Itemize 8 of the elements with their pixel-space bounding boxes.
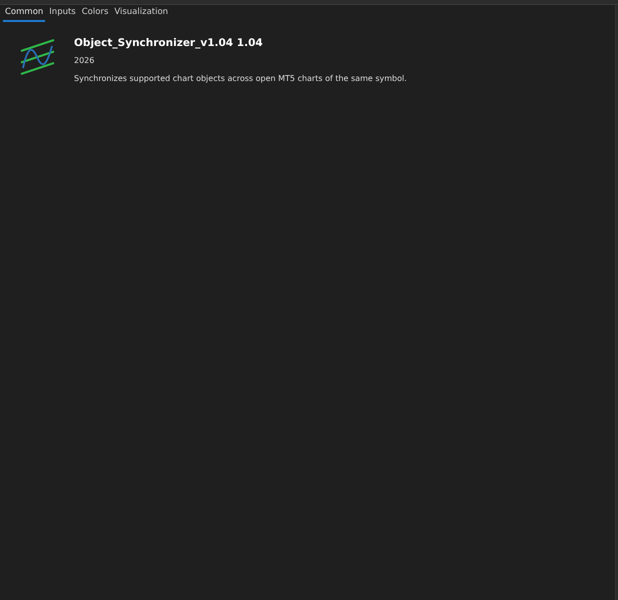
tab[interactable]: Colors	[80, 7, 110, 22]
program-description: Synchronizes supported chart objects across open MT5 charts of the same symbol.	[74, 73, 407, 84]
tab[interactable]: Inputs	[47, 7, 78, 22]
tab[interactable]: Common	[3, 7, 46, 22]
copyright-year: 2026	[74, 55, 96, 66]
program-title: Object_Synchronizer_v1.04 1.04	[74, 36, 264, 50]
sine-wave-channel-icon	[20, 38, 56, 76]
tab[interactable]: Visualization	[112, 7, 170, 22]
